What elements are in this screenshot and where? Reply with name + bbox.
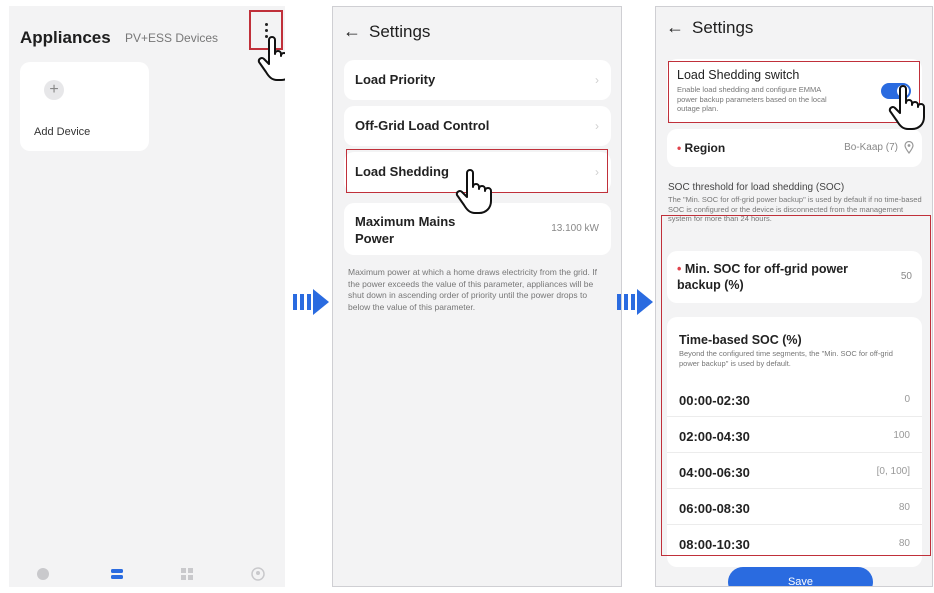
profile-icon[interactable] [251, 567, 265, 581]
page-title: Appliances [20, 28, 111, 47]
add-device-card[interactable]: + Add Device [20, 62, 149, 151]
highlight-box [668, 61, 920, 123]
highlight-box [661, 215, 931, 556]
header: ← Settings [343, 21, 430, 42]
max-power-value: 13.100 kW [551, 223, 599, 234]
chevron-right-icon: › [595, 119, 599, 133]
location-pin-icon [904, 141, 914, 154]
chevron-right-icon: › [595, 73, 599, 87]
page-title: Settings [692, 17, 754, 37]
settings-screen: ← Settings Load Priority › Off-Grid Load… [332, 6, 622, 587]
appliances-screen: Appliances PV+ESS Devices + Add Device [9, 6, 285, 587]
menu-item-label: Load Priority [355, 72, 436, 87]
back-arrow-icon[interactable]: ← [343, 21, 361, 42]
soc-threshold-title: SOC threshold for load shedding (SOC) [668, 182, 845, 193]
flow-arrow-icon [617, 289, 653, 315]
tab-pv-ess-devices[interactable]: PV+ESS Devices [125, 31, 218, 45]
menu-item-label: Off-Grid Load Control [355, 118, 490, 133]
flow-arrow-icon [293, 289, 329, 315]
region-label: • Region [677, 141, 726, 155]
region-value: Bo-Kaap (7) [844, 142, 898, 153]
hand-cursor-icon [888, 85, 925, 130]
home-icon[interactable] [36, 567, 50, 581]
max-power-label: Maximum Mains Power [355, 214, 456, 246]
max-power-description: Maximum power at which a home draws elec… [348, 267, 597, 312]
region-row[interactable]: • Region Bo-Kaap (7) [667, 129, 922, 167]
menu-item-load-priority[interactable]: Load Priority › [344, 60, 611, 100]
menu-item-off-grid-load-control[interactable]: Off-Grid Load Control › [344, 106, 611, 146]
apps-icon[interactable] [180, 567, 194, 581]
hand-cursor-icon [455, 169, 492, 214]
devices-icon[interactable] [110, 567, 124, 581]
page-title: Settings [369, 21, 431, 41]
header: ← Settings [666, 17, 753, 38]
plus-icon: + [44, 80, 64, 100]
hand-cursor-icon [257, 36, 285, 81]
bottom-nav [9, 559, 285, 587]
back-arrow-icon[interactable]: ← [666, 17, 684, 38]
save-button[interactable]: Save [728, 567, 873, 586]
add-device-label: Add Device [34, 126, 91, 138]
load-shedding-settings-screen: ← Settings Load Shedding switch Enable l… [655, 6, 933, 587]
